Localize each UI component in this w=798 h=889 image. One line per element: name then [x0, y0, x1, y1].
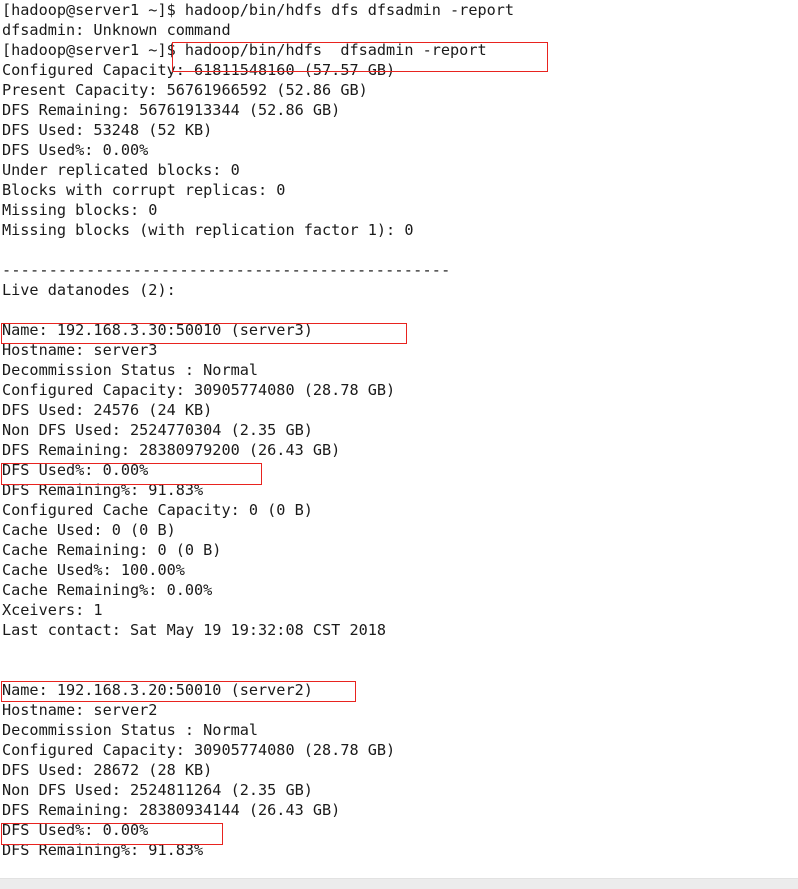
- terminal-line: DFS Used%: 0.00%: [2, 141, 149, 159]
- terminal-line: Non DFS Used: 2524811264 (2.35 GB): [2, 781, 313, 799]
- terminal-line: DFS Remaining%: 91.83%: [2, 841, 204, 859]
- terminal-line: Hostname: server3: [2, 341, 158, 359]
- terminal-line: Configured Capacity: 30905774080 (28.78 …: [2, 741, 396, 759]
- terminal-line: Non DFS Used: 2524770304 (2.35 GB): [2, 421, 313, 439]
- terminal-line-command: [hadoop@server1 ~]$ hadoop/bin/hdfs dfsa…: [2, 41, 487, 59]
- window-bottom-bar: [0, 878, 798, 889]
- terminal-line: Present Capacity: 56761966592 (52.86 GB): [2, 81, 368, 99]
- terminal-line: Blocks with corrupt replicas: 0: [2, 181, 286, 199]
- terminal-line-live-datanodes: Live datanodes (2):: [2, 281, 176, 299]
- terminal-output[interactable]: [hadoop@server1 ~]$ hadoop/bin/hdfs dfs …: [0, 0, 798, 878]
- terminal-line: Decommission Status : Normal: [2, 361, 259, 379]
- terminal-line-datanode-name: Name: 192.168.3.30:50010 (server3): [2, 321, 313, 339]
- terminal-line: DFS Used: 53248 (52 KB): [2, 121, 213, 139]
- terminal-line-datanode-name: Name: 192.168.3.20:50010 (server2): [2, 681, 313, 699]
- terminal-line: [hadoop@server1 ~]$ hadoop/bin/hdfs dfs …: [2, 1, 515, 19]
- terminal-line: DFS Used: 28672 (28 KB): [2, 761, 213, 779]
- terminal-line: Configured Capacity: 30905774080 (28.78 …: [2, 381, 396, 399]
- terminal-line: DFS Remaining%: 91.83%: [2, 481, 204, 499]
- terminal-line: DFS Remaining: 56761913344 (52.86 GB): [2, 101, 341, 119]
- terminal-line: Cache Remaining: 0 (0 B): [2, 541, 222, 559]
- terminal-line: DFS Remaining: 28380979200 (26.43 GB): [2, 441, 341, 459]
- terminal-line: Decommission Status : Normal: [2, 721, 259, 739]
- terminal-line: Configured Cache Capacity: 0 (0 B): [2, 501, 313, 519]
- terminal-line: Missing blocks (with replication factor …: [2, 221, 414, 239]
- terminal-line: Hostname: server2: [2, 701, 158, 719]
- terminal-line: Cache Remaining%: 0.00%: [2, 581, 213, 599]
- terminal-line: Cache Used%: 100.00%: [2, 561, 185, 579]
- terminal-line-dfs-used-pct: DFS Used%: 0.00%: [2, 461, 149, 479]
- terminal-line: Cache Used: 0 (0 B): [2, 521, 176, 539]
- terminal-line: Xceivers: 1: [2, 601, 103, 619]
- terminal-line: Configured Capacity: 61811548160 (57.57 …: [2, 61, 396, 79]
- terminal-line-dfs-used-pct: DFS Used%: 0.00%: [2, 821, 149, 839]
- terminal-separator: ----------------------------------------…: [2, 261, 451, 279]
- terminal-line-last-contact: Last contact: Sat May 19 19:32:08 CST 20…: [2, 621, 387, 639]
- terminal-line: DFS Used: 24576 (24 KB): [2, 401, 213, 419]
- terminal-line: Missing blocks: 0: [2, 201, 158, 219]
- terminal-line-error: dfsadmin: Unknown command: [2, 21, 231, 39]
- terminal-line: Under replicated blocks: 0: [2, 161, 240, 179]
- terminal-line: DFS Remaining: 28380934144 (26.43 GB): [2, 801, 341, 819]
